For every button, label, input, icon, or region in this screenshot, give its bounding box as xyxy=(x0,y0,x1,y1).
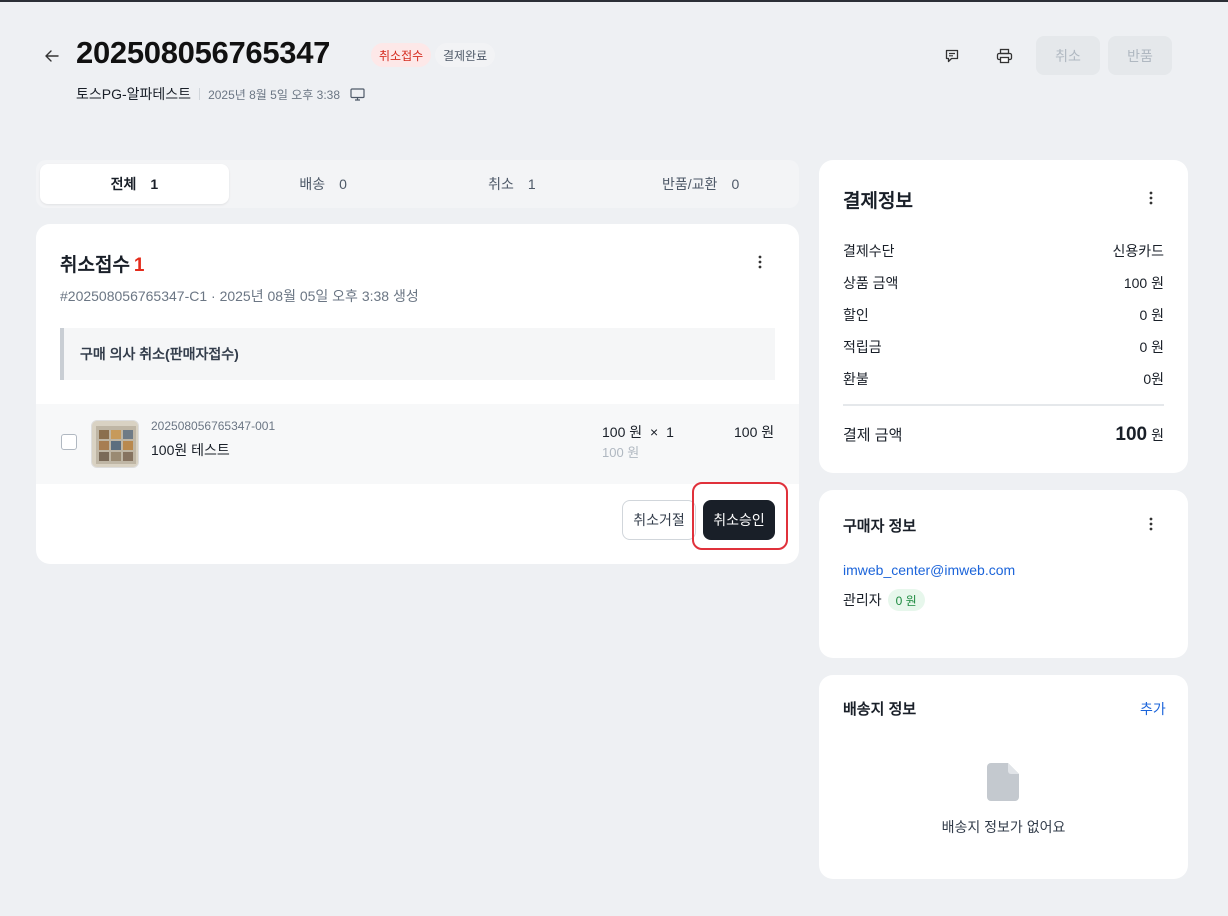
buyer-role: 관리자 xyxy=(843,592,882,608)
multiply-sign: × xyxy=(650,424,659,440)
line-total: 100 원 xyxy=(734,424,775,440)
divider xyxy=(843,404,1164,406)
tab-all[interactable]: 전체 1 xyxy=(40,164,229,204)
row-label: 결제수단 xyxy=(843,243,895,259)
product-thumbnail xyxy=(91,420,139,468)
panel-title: 배송지 정보 xyxy=(843,701,917,718)
payment-row-method: 결제수단 신용카드 xyxy=(843,241,1164,261)
row-value: 0 원 xyxy=(1139,339,1164,355)
empty-state-text: 배송지 정보가 없어요 xyxy=(941,819,1066,835)
more-options-button[interactable] xyxy=(750,250,770,274)
row-value: 0원 xyxy=(1143,371,1164,387)
shipping-info-card: 배송지 정보 추가 배송지 정보가 없어요 xyxy=(819,675,1188,879)
total-value: 100 xyxy=(1115,424,1148,445)
row-value: 0 원 xyxy=(1139,307,1164,323)
printer-icon xyxy=(996,48,1012,64)
reject-cancel-button[interactable]: 취소거절 xyxy=(622,500,696,540)
return-order-button[interactable]: 반품 xyxy=(1108,36,1172,75)
section-title: 취소접수 1 xyxy=(60,250,145,277)
more-options-button[interactable] xyxy=(1141,186,1161,210)
unit-price-value: 100 원 xyxy=(602,424,643,440)
divider xyxy=(199,88,201,100)
order-datetime: 2025년 8월 5일 오후 3:38 xyxy=(208,87,340,102)
payment-info-card: 결제정보 결제수단 신용카드 상품 금액 100 원 할인 0 원 적립금 0 … xyxy=(819,160,1188,473)
shop-name: 토스PG-알파테스트 xyxy=(76,86,192,102)
tab-return-exchange[interactable]: 반품/교환 0 xyxy=(606,164,795,204)
row-value: 100 원 xyxy=(1123,275,1164,291)
quantity: 1 xyxy=(666,424,674,440)
monitor-icon xyxy=(350,87,365,101)
row-label: 환불 xyxy=(843,371,869,387)
payment-row-discount: 할인 0 원 xyxy=(843,305,1164,325)
points-badge: 0 원 xyxy=(887,589,925,611)
back-button[interactable] xyxy=(40,44,64,68)
buyer-info-card: 구매자 정보 imweb_center@imweb.com 관리자 0 원 xyxy=(819,490,1188,658)
unit-price: 100 원 × 1 xyxy=(602,422,674,442)
tab-label: 배송 xyxy=(299,176,326,192)
order-status-tabs: 전체 1 배송 0 취소 1 반품/교환 0 xyxy=(36,160,799,208)
panel-title: 구매자 정보 xyxy=(843,518,917,535)
buyer-role-row: 관리자 0 원 xyxy=(843,589,925,611)
total-amount: 100 원 xyxy=(1115,424,1164,446)
kebab-icon xyxy=(1149,191,1153,205)
order-subinfo: 토스PG-알파테스트 2025년 8월 5일 오후 3:38 xyxy=(76,84,365,104)
tab-cancel[interactable]: 취소 1 xyxy=(418,164,607,204)
total-unit: 원 xyxy=(1151,427,1164,443)
add-shipping-button[interactable]: 추가 xyxy=(1140,699,1166,719)
cancel-reason: 구매 의사 취소(판매자접수) xyxy=(60,328,775,380)
approve-cancel-button[interactable]: 취소승인 xyxy=(703,500,775,540)
item-name: 100원 테스트 xyxy=(151,442,230,458)
print-button[interactable] xyxy=(986,38,1022,74)
more-options-button[interactable] xyxy=(1141,512,1161,536)
row-label: 적립금 xyxy=(843,339,882,355)
tab-count: 0 xyxy=(339,176,347,192)
row-label: 할인 xyxy=(843,307,869,323)
kebab-icon xyxy=(758,255,762,269)
message-icon xyxy=(945,49,959,63)
item-code: 202508056765347-001 xyxy=(151,419,276,433)
row-value: 신용카드 xyxy=(1112,243,1164,259)
tab-label: 반품/교환 xyxy=(662,176,718,192)
arrow-left-icon xyxy=(45,50,59,62)
payment-row-product-amount: 상품 금액 100 원 xyxy=(843,273,1164,293)
status-badge-payment-complete: 결제완료 xyxy=(435,43,496,67)
tab-count: 1 xyxy=(527,176,536,192)
status-badge-cancel-received: 취소접수 xyxy=(371,43,432,67)
tab-count: 1 xyxy=(150,176,159,192)
payment-row-points: 적립금 0 원 xyxy=(843,337,1164,357)
tab-label: 전체 xyxy=(110,176,137,192)
cancel-request-card: 취소접수 1 #202508056765347-C1 · 2025년 08월 05… xyxy=(36,224,799,564)
memo-button[interactable] xyxy=(934,38,970,74)
tab-count: 0 xyxy=(731,176,740,192)
tab-shipping[interactable]: 배송 0 xyxy=(229,164,418,204)
order-item-row: 202508056765347-001 100원 테스트 100 원 × 1 1… xyxy=(36,404,799,484)
tab-label: 취소 xyxy=(488,176,514,192)
total-label: 결제 금액 xyxy=(843,427,903,444)
section-title-text: 취소접수 xyxy=(60,255,130,276)
cancel-order-button[interactable]: 취소 xyxy=(1036,36,1100,75)
panel-title: 결제정보 xyxy=(843,191,913,212)
section-count: 1 xyxy=(133,255,145,276)
cancel-meta: #202508056765347-C1 · 2025년 08월 05일 오후 3… xyxy=(60,288,419,304)
buyer-email-link[interactable]: imweb_center@imweb.com xyxy=(843,562,1015,578)
order-number: 202508056765347 xyxy=(76,35,331,70)
item-checkbox[interactable] xyxy=(61,434,77,450)
original-unit-price: 100 원 xyxy=(602,445,640,460)
kebab-icon xyxy=(1149,517,1153,531)
document-icon xyxy=(987,763,1019,801)
payment-row-refund: 환불 0원 xyxy=(843,369,1164,389)
payment-total: 결제 금액 100 원 xyxy=(843,424,1164,446)
row-label: 상품 금액 xyxy=(843,275,899,291)
